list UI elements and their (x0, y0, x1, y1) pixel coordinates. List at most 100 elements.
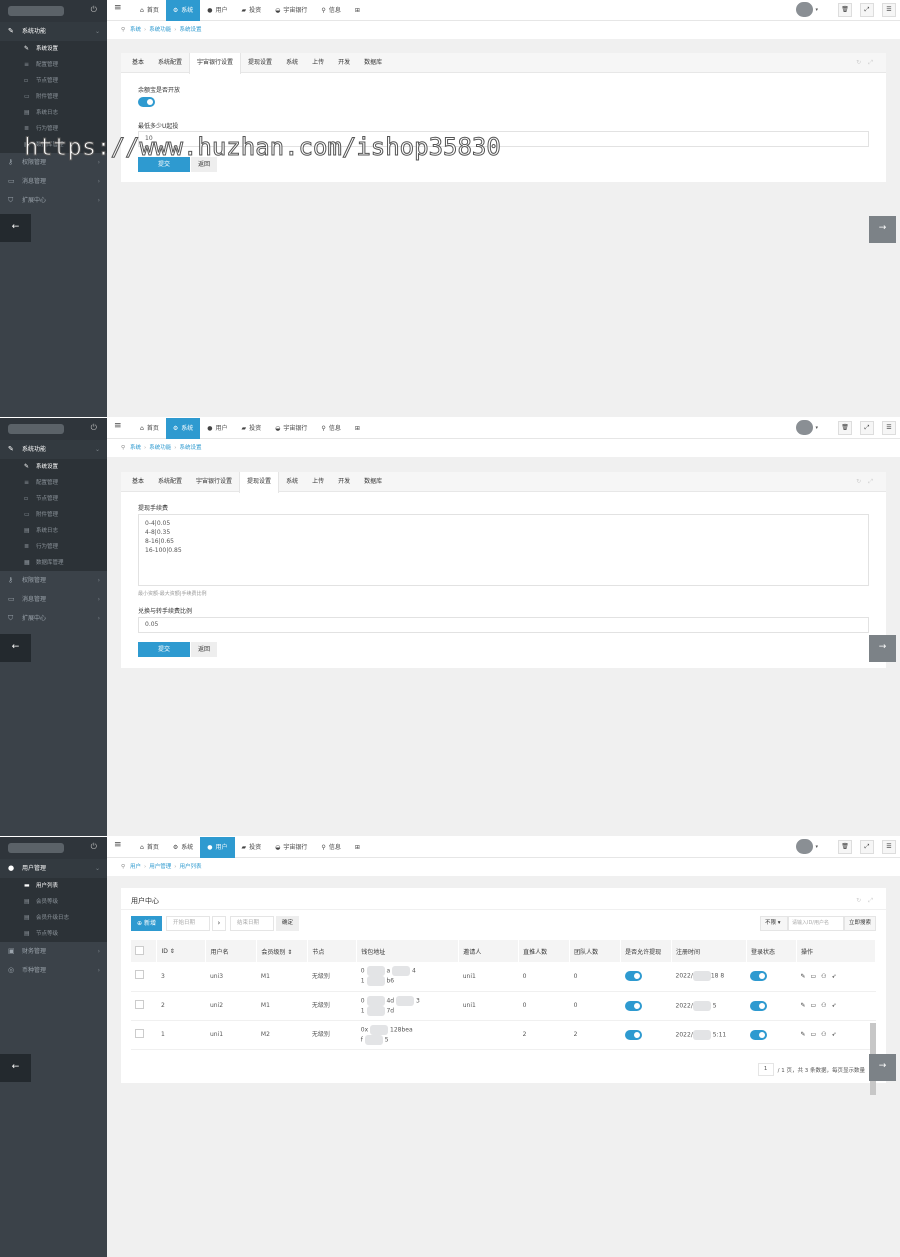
breadcrumb-item[interactable]: 系统设置 (179, 445, 201, 451)
team-icon[interactable]: ⚇ (821, 1001, 826, 1010)
card-icon[interactable]: ▭ (810, 1030, 816, 1039)
row-checkbox-cell[interactable] (131, 962, 157, 992)
menu-icon[interactable]: ≡ (114, 421, 122, 431)
next-button[interactable]: → (869, 1054, 896, 1081)
yuebao-open-toggle[interactable] (138, 97, 155, 107)
breadcrumb-item[interactable]: 用户列表 (179, 864, 201, 870)
sidebar-group-messages[interactable]: ▭ 消息管理 › (0, 172, 107, 191)
nav-home[interactable]: ⌂ 首页 (133, 837, 166, 858)
start-date-input[interactable]: 开始日期 (165, 916, 210, 931)
trash-button[interactable]: 🗑 (838, 420, 852, 435)
row-checkbox-cell[interactable] (131, 991, 157, 1021)
login-toggle[interactable] (750, 971, 768, 982)
checkbox[interactable] (135, 970, 144, 980)
page-number-input[interactable]: 1 (757, 1063, 774, 1076)
tab-develop[interactable]: 开发 (331, 472, 357, 491)
sidebar-item-config[interactable]: ≡ 配置管理 (0, 57, 107, 73)
send-icon[interactable]: ➶ (832, 1001, 837, 1010)
tab-database[interactable]: 数据库 (357, 53, 389, 72)
sidebar-group-extensions[interactable]: ⛉ 扩展中心 › (0, 609, 107, 628)
breadcrumb-item[interactable]: 用户管理 (149, 864, 171, 870)
breadcrumb-item[interactable]: 系统 (130, 27, 141, 33)
chevron-down-icon[interactable]: ▾ (815, 844, 818, 850)
tab-system-config[interactable]: 系统配置 (151, 472, 189, 491)
sidebar-item-logs[interactable]: ▤ 系统日志 (0, 105, 107, 121)
withdraw-toggle[interactable] (624, 1000, 642, 1011)
breadcrumb-item[interactable]: 系统功能 (149, 27, 171, 33)
sidebar-group-messages[interactable]: ▭ 消息管理 › (0, 590, 107, 609)
nav-system[interactable]: ⚙ 系统 (165, 418, 201, 439)
avatar[interactable] (796, 839, 814, 854)
breadcrumb-item[interactable]: 用户 (130, 864, 141, 870)
avatar[interactable] (796, 420, 814, 435)
team-icon[interactable]: ⚇ (821, 1030, 826, 1039)
fullscreen-button[interactable]: ⤢ (860, 2, 874, 17)
nav-grid[interactable]: ⊞ (348, 0, 367, 21)
tab-upload[interactable]: 上传 (305, 472, 331, 491)
checkbox[interactable] (135, 999, 144, 1009)
tab-system[interactable]: 系统 (279, 472, 305, 491)
power-icon[interactable]: ⏻ (91, 5, 97, 15)
filter-select[interactable]: 不限 ▾ (759, 916, 788, 931)
nav-user[interactable]: ● 用户 (200, 837, 235, 858)
sidebar-section-users[interactable]: ● 用户管理 ⌄ (0, 859, 107, 878)
next-button[interactable]: → (869, 216, 896, 243)
nav-grid[interactable]: ⊞ (348, 837, 367, 858)
nav-info[interactable]: ⚲ 信息 (314, 418, 347, 439)
sidebar-item-system-settings[interactable]: ✎ 系统设置 (0, 41, 107, 57)
exchange-fee-ratio-input[interactable]: 0.05 (138, 617, 869, 633)
nav-user[interactable]: ● 用户 (200, 0, 234, 21)
nav-user[interactable]: ● 用户 (200, 418, 234, 439)
tab-develop[interactable]: 开发 (331, 53, 357, 72)
sidebar-item-database[interactable]: ▦ 数据库管理 (0, 555, 107, 571)
sidebar-item-node-levels[interactable]: ▤ 节点等级 (0, 926, 107, 942)
sidebar-item-member-levels[interactable]: ▤ 会员等级 (0, 894, 107, 910)
login-toggle[interactable] (750, 1000, 768, 1011)
search-button[interactable]: 立即搜索 (843, 916, 876, 931)
card-icon[interactable]: ▭ (810, 972, 816, 981)
nav-system[interactable]: ⚙ 系统 (166, 837, 200, 858)
settings-button[interactable]: ☰ (882, 2, 896, 17)
sidebar-group-extensions[interactable]: ⛉ 扩展中心 › (0, 191, 107, 210)
nav-info[interactable]: ⚲ 信息 (314, 0, 347, 21)
menu-icon[interactable]: ≡ (114, 840, 122, 850)
settings-button[interactable]: ☰ (882, 839, 896, 854)
tab-database[interactable]: 数据库 (357, 472, 389, 491)
nav-home[interactable]: ⌂ 首页 (133, 0, 166, 21)
confirm-date-button[interactable]: 确定 (275, 916, 299, 931)
sidebar-item-config[interactable]: ≡ 配置管理 (0, 475, 107, 491)
tab-system-config[interactable]: 系统配置 (151, 53, 189, 72)
card-icon[interactable]: ▭ (810, 1001, 816, 1010)
sidebar-item-nodes[interactable]: ▫ 节点管理 (0, 73, 107, 89)
collapse-sidebar-button[interactable]: ← (0, 1054, 31, 1082)
withdraw-fee-textarea[interactable]: 0-4|0.05 4-8|0.35 8-16|0.65 16-100|0.85 (138, 514, 869, 586)
sidebar-item-user-list[interactable]: ▬ 用户列表 (0, 878, 107, 894)
collapse-sidebar-button[interactable]: ← (0, 214, 31, 242)
sidebar-item-upgrade-log[interactable]: ▤ 会员升级日志 (0, 910, 107, 926)
trash-button[interactable]: 🗑 (838, 2, 852, 17)
sidebar-group-finance[interactable]: ▣ 财务管理 › (0, 942, 107, 961)
edit-icon[interactable]: ✎ (800, 972, 805, 981)
sidebar-group-permissions[interactable]: ⚷ 权限管理 › (0, 571, 107, 590)
back-button[interactable]: 返回 (191, 642, 217, 657)
tab-system[interactable]: 系统 (279, 53, 305, 72)
breadcrumb-item[interactable]: 系统 (130, 445, 141, 451)
sidebar-section-system[interactable]: ✎ 系统功能 ⌄ (0, 22, 107, 41)
sidebar-group-currency[interactable]: ◎ 币种管理 › (0, 961, 107, 980)
send-icon[interactable]: ➶ (832, 972, 837, 981)
edit-icon[interactable]: ✎ (800, 1030, 805, 1039)
add-user-button[interactable]: ⊕ 新增 (131, 916, 162, 931)
breadcrumb-item[interactable]: 系统设置 (179, 27, 201, 33)
power-icon[interactable]: ⏻ (91, 423, 97, 433)
collapse-sidebar-button[interactable]: ← (0, 634, 31, 662)
menu-icon[interactable]: ≡ (114, 3, 122, 13)
sidebar-item-system-settings[interactable]: ✎ 系统设置 (0, 459, 107, 475)
next-button[interactable]: → (869, 635, 896, 662)
nav-grid[interactable]: ⊞ (348, 418, 367, 439)
tab-basic[interactable]: 基本 (125, 472, 151, 491)
refresh-icon[interactable]: ↻⤢ (856, 478, 880, 486)
tab-bank-settings[interactable]: 宇宙银行设置 (189, 472, 239, 491)
avatar[interactable] (796, 2, 814, 17)
send-icon[interactable]: ➶ (832, 1030, 837, 1039)
nav-info[interactable]: ⚲ 信息 (314, 837, 347, 858)
